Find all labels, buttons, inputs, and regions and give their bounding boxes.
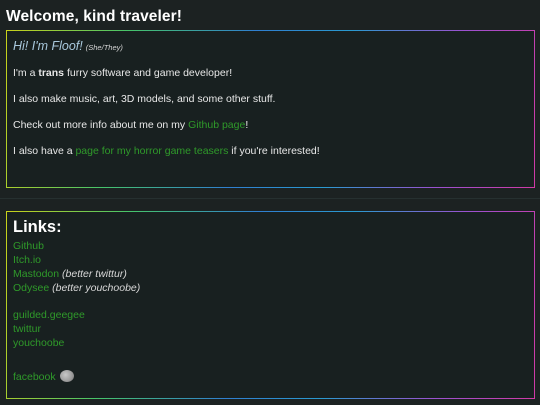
links-title: Links:: [13, 218, 62, 236]
odysee-link[interactable]: Odysee: [13, 282, 49, 294]
intro-line-hobbies: I also make music, art, 3D models, and s…: [13, 93, 276, 105]
odysee-note: (better youchoobe): [52, 282, 141, 294]
mastodon-row: Mastodon (better twittur): [13, 268, 127, 280]
mastodon-link[interactable]: Mastodon: [13, 268, 59, 280]
twittur-link[interactable]: twittur: [13, 323, 41, 335]
intro-line-developer-bold: trans: [38, 67, 65, 79]
horror-teasers-link[interactable]: page for my horror game teasers: [75, 145, 228, 157]
github-page-link[interactable]: Github page: [188, 119, 245, 131]
guilded-link[interactable]: guilded.geegee: [13, 309, 85, 321]
intro-line-teasers: I also have a page for my horror game te…: [13, 145, 320, 157]
github-link[interactable]: Github: [13, 240, 44, 252]
intro-line-developer-pre: I'm a: [13, 67, 39, 79]
itch-link[interactable]: Itch.io: [13, 254, 41, 266]
greeting: Hi! I'm Floof! (She/They): [13, 39, 123, 53]
intro-line-teasers-post: if you're interested!: [228, 145, 320, 157]
intro-line-developer: I'm a trans furry software and game deve…: [13, 67, 232, 79]
intro-line-github: Check out more info about me on my Githu…: [13, 119, 248, 131]
intro-panel: Hi! I'm Floof! (She/They) I'm a trans fur…: [6, 30, 535, 188]
intro-line-github-pre: Check out more info about me on my: [13, 119, 189, 131]
facebook-link[interactable]: facebook: [13, 371, 56, 383]
pronouns: (She/They): [85, 43, 123, 52]
mastodon-note: (better twittur): [62, 268, 127, 280]
youchoobe-link[interactable]: youchoobe: [13, 337, 64, 349]
facebook-row: facebook: [13, 370, 74, 383]
links-panel: Links: Github Itch.io Mastodon (better t…: [6, 211, 535, 399]
page-title: Welcome, kind traveler!: [6, 8, 183, 25]
greeting-text: Hi! I'm Floof!: [13, 39, 83, 53]
intro-line-teasers-pre: I also have a: [13, 145, 76, 157]
section-divider: [0, 198, 540, 199]
trollface-icon: [59, 370, 74, 383]
intro-line-developer-post: furry software and game developer!: [64, 67, 233, 79]
odysee-row: Odysee (better youchoobe): [13, 282, 140, 294]
intro-line-github-post: !: [245, 119, 249, 131]
